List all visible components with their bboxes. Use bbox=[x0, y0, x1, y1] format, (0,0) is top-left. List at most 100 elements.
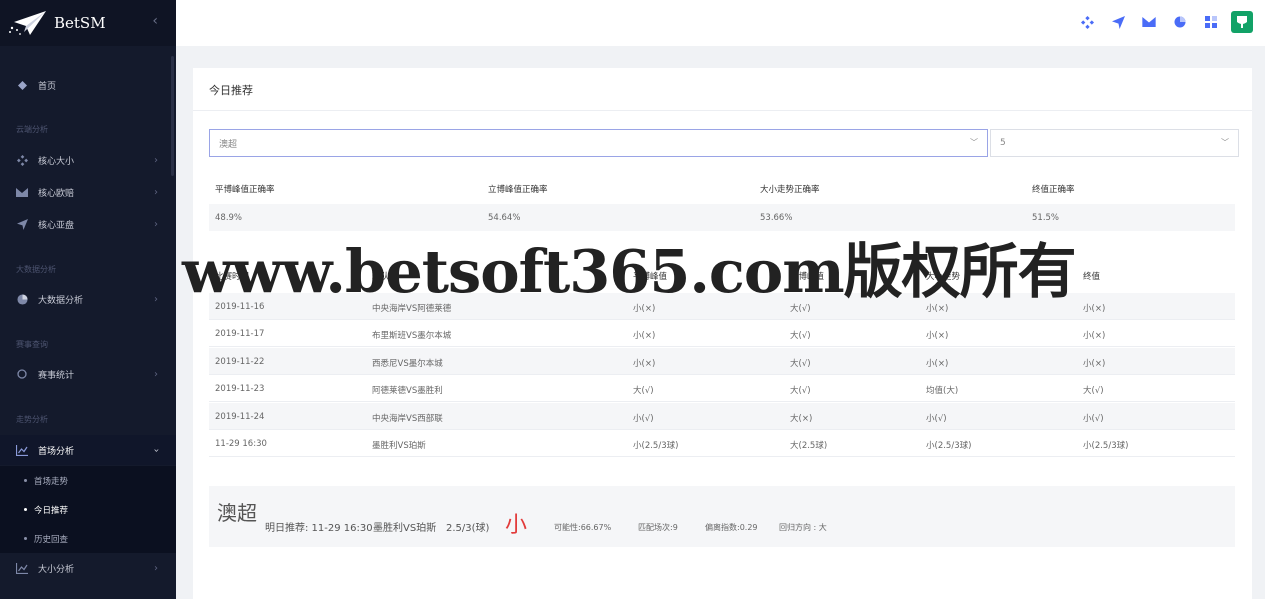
collapse-sidebar-icon[interactable]: ‹ bbox=[152, 13, 158, 29]
watermark: www.betsoft365.com版权所有 bbox=[182, 237, 1077, 306]
line-chart-icon bbox=[16, 444, 28, 456]
sidebar-item-big-data[interactable]: 大数据分析 › bbox=[0, 284, 176, 314]
nav-group-label: 走势分析 bbox=[16, 415, 48, 424]
top-bar bbox=[176, 0, 1265, 46]
league-select-value: 澳超 bbox=[219, 139, 238, 150]
sidebar-item-label: 大小分析 bbox=[38, 564, 75, 575]
table-cell: 小(×) bbox=[926, 331, 949, 342]
card-title: 今日推荐 bbox=[209, 84, 253, 97]
count-select[interactable]: 5 ﹀ bbox=[990, 129, 1239, 157]
rate-header: 大小走势正确率 bbox=[760, 185, 820, 195]
sidebar-subitem-today-pick[interactable]: 今日推荐 bbox=[0, 495, 176, 524]
table-cell: 墨胜利VS珀斯 bbox=[372, 441, 426, 451]
table-cell: 大(2.5球) bbox=[790, 441, 828, 451]
send-icon[interactable] bbox=[1107, 11, 1129, 33]
table-cell: 小(√) bbox=[633, 413, 654, 424]
sidebar-item-label: 首页 bbox=[38, 81, 57, 92]
chevron-down-icon: ﹀ bbox=[1221, 138, 1229, 147]
table-cell: 大(√) bbox=[790, 386, 811, 397]
pie-icon bbox=[16, 293, 28, 305]
table-cell: 2019-11-22 bbox=[215, 356, 265, 367]
summary-line: 2.5/3(球) bbox=[446, 523, 490, 534]
sidebar-subitem-history[interactable]: 历史回查 bbox=[0, 524, 176, 553]
send-icon bbox=[16, 218, 28, 230]
summary-league: 澳超 bbox=[217, 501, 257, 525]
sidebar-item-size-analysis[interactable]: 大小分析 › bbox=[0, 553, 176, 583]
chevron-right-icon: › bbox=[154, 368, 158, 380]
avatar[interactable] bbox=[1231, 11, 1253, 33]
chevron-right-icon: › bbox=[154, 186, 158, 198]
sidebar-item-label: 核心亚盘 bbox=[38, 220, 75, 231]
table-header: 终值 bbox=[1083, 272, 1101, 282]
rate-value: 54.64% bbox=[488, 213, 521, 223]
sidebar-subitem-first-trend[interactable]: 首场走势 bbox=[0, 466, 176, 495]
table-row: 2019-11-22 西悉尼VS墨尔本城 小(×) 大(√) 小(×) 小(×) bbox=[209, 347, 1235, 375]
summary-matches: 匹配场次:9 bbox=[638, 523, 678, 532]
table-cell: 大(√) bbox=[790, 358, 811, 369]
sidebar-item-core-size[interactable]: 核心大小 › bbox=[0, 145, 176, 175]
chevron-right-icon: › bbox=[154, 154, 158, 166]
summary-prediction: 小 bbox=[505, 513, 528, 538]
table-cell: 小(√) bbox=[926, 413, 947, 424]
table-row: 11-29 16:30 墨胜利VS珀斯 小(2.5/3球) 大(2.5球) 小(2.5/… bbox=[209, 430, 1235, 457]
bullet-icon bbox=[24, 537, 27, 540]
paper-plane-logo-icon bbox=[9, 11, 46, 35]
table-cell: 小(×) bbox=[1083, 331, 1106, 342]
sidebar-item-label: 赛事统计 bbox=[38, 370, 75, 381]
table-row: 2019-11-23 阿德莱德VS墨胜利 大(√) 大(√) 均值(大) 大(√) bbox=[209, 375, 1235, 403]
table-cell: 小(×) bbox=[1083, 358, 1106, 369]
chevron-right-icon: › bbox=[154, 562, 158, 574]
sidebar: BetSM ‹ 首页 云端分析 核心大小 › 核心欧赔 › 核心亚盘 › 大数据… bbox=[0, 0, 176, 599]
bullet-icon bbox=[24, 479, 27, 482]
mail-icon bbox=[16, 186, 28, 198]
nav-group-label: 赛事查询 bbox=[16, 340, 48, 349]
table-cell: 大(√) bbox=[1083, 386, 1104, 397]
rate-header: 终值正确率 bbox=[1032, 185, 1075, 195]
league-select[interactable]: 澳超 ﹀ bbox=[209, 129, 988, 157]
summary-direction: 回归方向 : 大 bbox=[779, 523, 827, 532]
table-cell: 小(×) bbox=[1083, 304, 1106, 314]
mail-icon[interactable] bbox=[1138, 11, 1160, 33]
table-cell: 大(√) bbox=[633, 386, 654, 397]
table-cell: 11-29 16:30 bbox=[215, 439, 267, 449]
summary-probability: 可能性:66.67% bbox=[554, 523, 612, 532]
sidebar-item-home[interactable]: 首页 bbox=[0, 70, 176, 100]
rate-value: 53.66% bbox=[760, 213, 793, 223]
table-cell: 小(×) bbox=[633, 358, 656, 369]
sidebar-item-first-match[interactable]: 首场分析 › bbox=[0, 435, 176, 465]
chevron-down-icon: › bbox=[150, 448, 162, 452]
brand[interactable]: BetSM ‹ bbox=[0, 0, 176, 46]
prediction-summary: 澳超 明日推荐: 11-29 16:30 墨胜利VS珀斯 2.5/3(球) 小 … bbox=[209, 486, 1235, 547]
grid-icon[interactable] bbox=[1200, 11, 1222, 33]
pie-icon[interactable] bbox=[1169, 11, 1191, 33]
count-select-value: 5 bbox=[1000, 138, 1006, 148]
sidebar-item-core-asian[interactable]: 核心亚盘 › bbox=[0, 209, 176, 239]
divider bbox=[193, 110, 1252, 111]
table-cell: 2019-11-17 bbox=[215, 329, 265, 340]
table-cell: 2019-11-24 bbox=[215, 411, 265, 422]
sidebar-subitem-label: 历史回查 bbox=[34, 534, 69, 545]
circle-icon bbox=[16, 368, 28, 380]
sidebar-item-label: 核心欧赔 bbox=[38, 188, 75, 199]
table-cell: 2019-11-23 bbox=[215, 384, 265, 395]
top-toolbar bbox=[1067, 11, 1253, 33]
sidebar-item-label: 首场分析 bbox=[38, 446, 75, 457]
table-cell: 小(2.5/3球) bbox=[633, 441, 679, 451]
nav-group-label: 云端分析 bbox=[16, 125, 48, 134]
bullet-icon bbox=[24, 508, 27, 511]
summary-deviation: 偏离指数:0.29 bbox=[705, 523, 758, 532]
brand-name: BetSM bbox=[54, 14, 106, 32]
diamond-cluster-icon bbox=[16, 154, 28, 166]
diamond-cluster-icon[interactable] bbox=[1076, 11, 1098, 33]
table-cell: 均值(大) bbox=[926, 386, 959, 397]
sidebar-item-label: 核心大小 bbox=[38, 156, 75, 167]
table-cell: 阿德莱德VS墨胜利 bbox=[372, 386, 443, 397]
rate-value: 48.9% bbox=[215, 213, 243, 223]
table-cell: 西悉尼VS墨尔本城 bbox=[372, 358, 443, 369]
sidebar-item-match-stats[interactable]: 赛事统计 › bbox=[0, 359, 176, 389]
rate-header: 立博峰值正确率 bbox=[488, 185, 548, 195]
chevron-right-icon: › bbox=[154, 218, 158, 230]
chevron-down-icon: ﹀ bbox=[970, 138, 978, 147]
table-row: 2019-11-24 中央海岸VS西部联 小(√) 大(×) 小(√) 小(√) bbox=[209, 402, 1235, 430]
sidebar-item-core-euro[interactable]: 核心欧赔 › bbox=[0, 177, 176, 207]
